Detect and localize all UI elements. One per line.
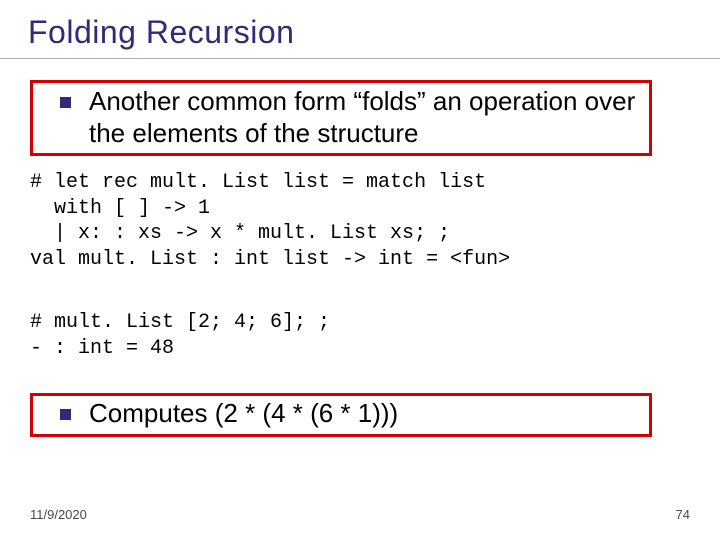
code-block-1: # let rec mult. List list = match list w… xyxy=(30,170,510,272)
slide: Folding Recursion Another common form “f… xyxy=(0,0,720,540)
bullet-text-1: Another common form “folds” an operation… xyxy=(89,86,650,149)
footer-page-number: 74 xyxy=(676,507,690,522)
bullet-item-1: Another common form “folds” an operation… xyxy=(60,86,650,149)
title-underline xyxy=(0,58,720,59)
bullet-square-icon xyxy=(60,97,71,108)
bullet-square-icon xyxy=(60,409,71,420)
footer-date: 11/9/2020 xyxy=(30,507,87,522)
slide-title: Folding Recursion xyxy=(28,14,294,51)
code-block-2: # mult. List [2; 4; 6]; ; - : int = 48 xyxy=(30,310,330,361)
bullet-text-2: Computes (2 * (4 * (6 * 1))) xyxy=(89,398,398,430)
bullet-item-2: Computes (2 * (4 * (6 * 1))) xyxy=(60,398,650,430)
